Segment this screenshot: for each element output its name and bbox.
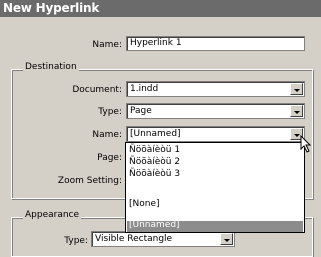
destination-type-value: Page: [130, 106, 152, 116]
document-select-value: 1.indd: [130, 84, 159, 94]
chevron-down-icon[interactable]: [290, 83, 303, 95]
dropdown-option[interactable]: [None]: [129, 199, 160, 209]
dropdown-option[interactable]: Ñöõàíèòü 3: [129, 169, 180, 179]
dropdown-option[interactable]: Ñöõàíèòü 2: [129, 157, 180, 167]
dropdown-option[interactable]: Ñöõàíèòü 1: [129, 145, 180, 155]
document-select[interactable]: 1.indd: [126, 81, 305, 97]
destination-type-select[interactable]: Page: [126, 103, 305, 119]
dropdown-option-selected-label: [Unnamed]: [129, 220, 180, 230]
appearance-type-select[interactable]: Visible Rectangle: [91, 231, 235, 247]
appearance-type-label: Type:: [64, 236, 88, 246]
chevron-down-icon[interactable]: [290, 105, 303, 117]
chevron-down-icon[interactable]: [220, 233, 233, 245]
mouse-cursor-icon: [300, 135, 312, 153]
page-label: Page:: [97, 153, 122, 163]
hyperlink-name-input[interactable]: Hyperlink 1: [126, 36, 305, 51]
name-dropdown-list[interactable]: Ñöõàíèòü 1 Ñöõàíèòü 2 Ñöõàíèòü 3 [None] …: [125, 142, 305, 233]
name-label: Name:: [92, 40, 122, 50]
type-label: Type:: [98, 107, 122, 117]
destination-name-label: Name:: [92, 130, 122, 140]
dialog-title: New Hyperlink: [3, 1, 100, 15]
destination-legend: Destination: [23, 62, 79, 72]
zoom-setting-label: Zoom Setting:: [57, 176, 122, 186]
appearance-legend: Appearance: [23, 210, 82, 220]
dropdown-option-selected[interactable]: [Unnamed]: [127, 220, 303, 232]
destination-name-value: [Unnamed]: [130, 129, 181, 139]
appearance-type-value: Visible Rectangle: [95, 234, 173, 244]
document-label: Document:: [72, 85, 122, 95]
destination-name-select[interactable]: [Unnamed]: [126, 126, 305, 142]
title-bar[interactable]: New Hyperlink: [0, 0, 321, 17]
